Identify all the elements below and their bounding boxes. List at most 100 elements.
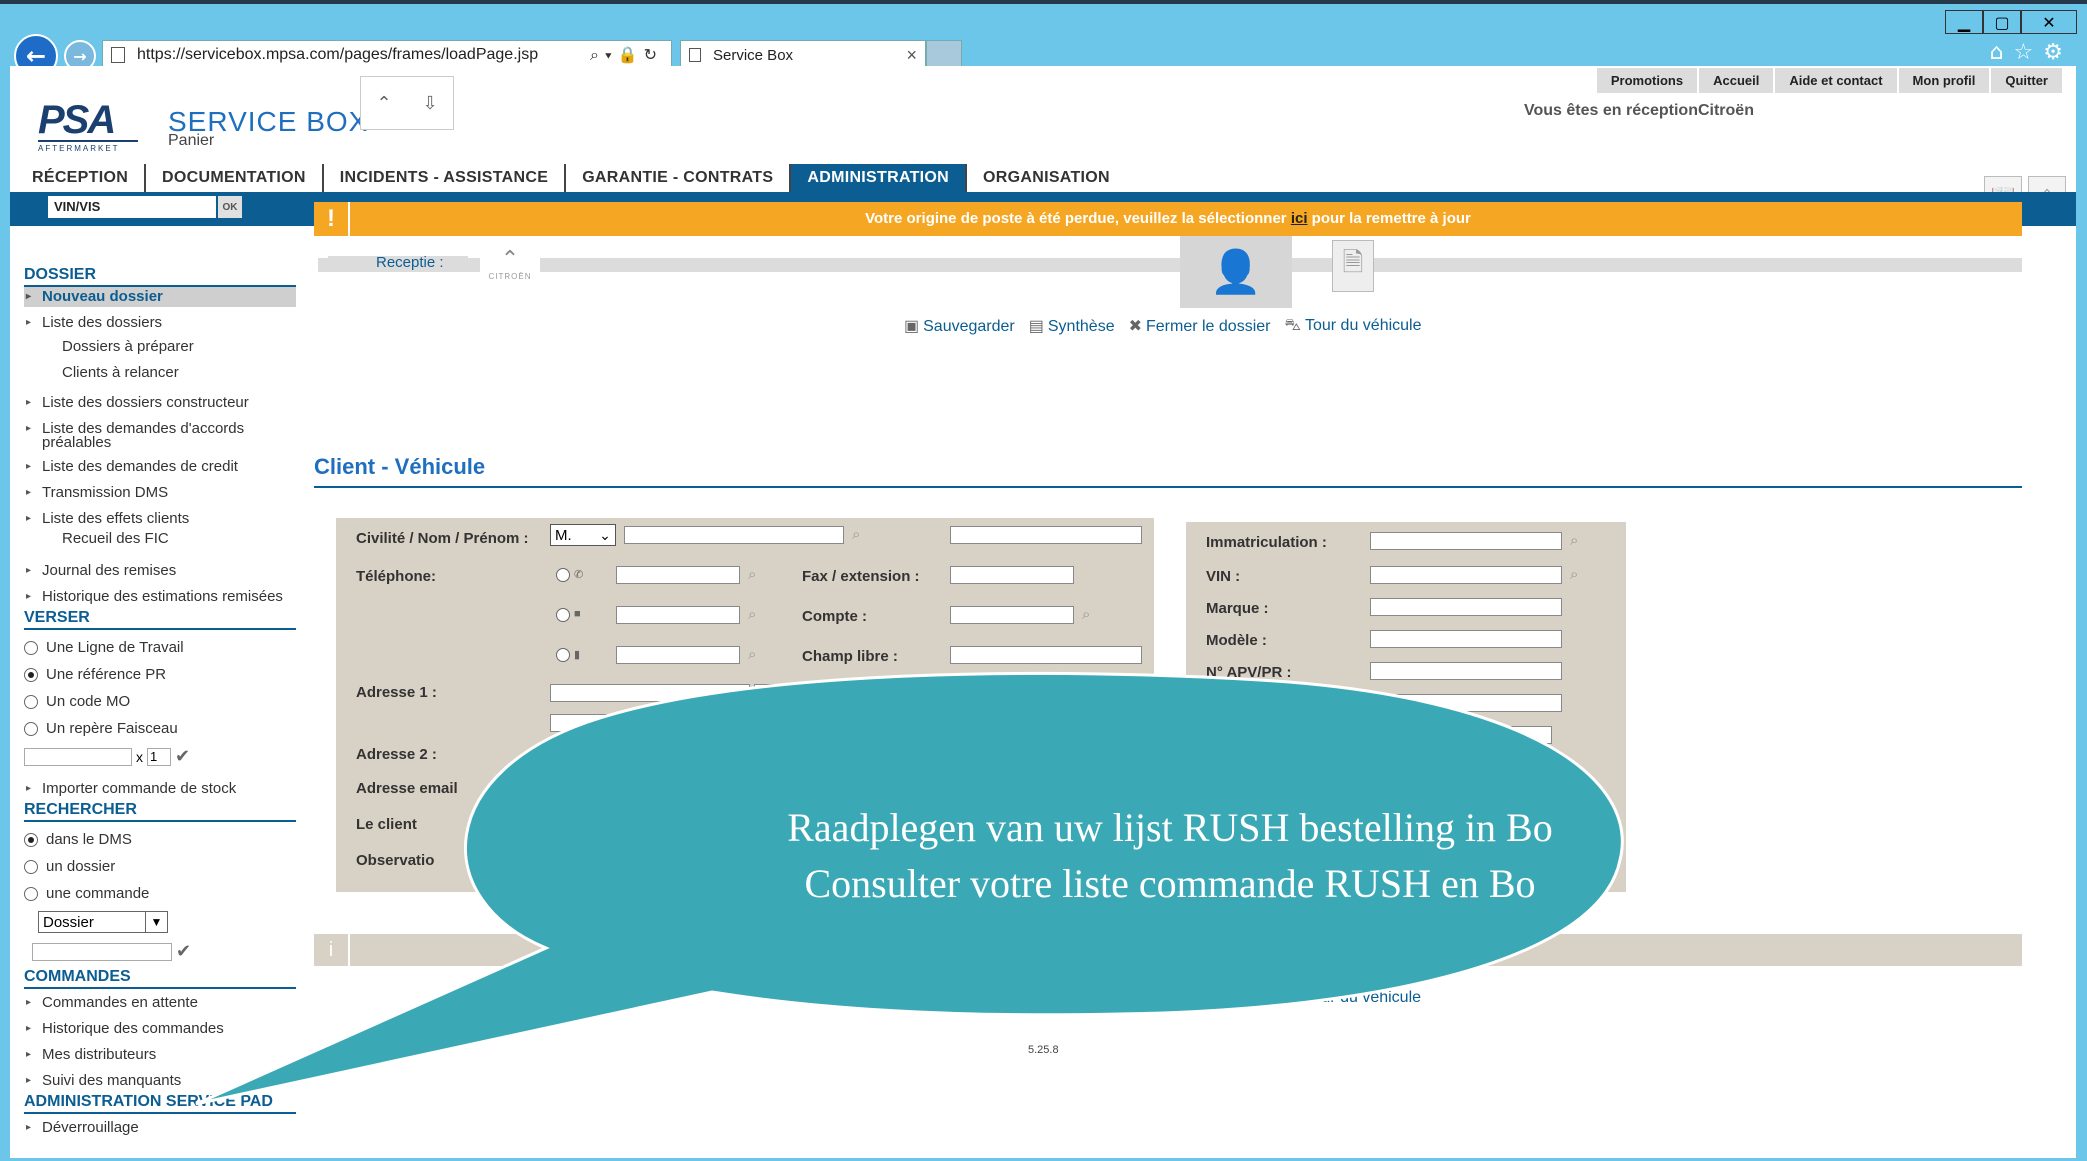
close-dossier-label: Fermer le dossier (1146, 318, 1271, 335)
nom-input[interactable] (624, 526, 844, 544)
sidebar-deverrouillage[interactable]: Déverrouillage (24, 1118, 296, 1138)
verser-code-mo[interactable]: Un code MO (24, 688, 296, 715)
close-tab-icon[interactable]: × (906, 45, 917, 66)
sidebar-clients-relancer[interactable]: Clients à relancer (24, 363, 296, 383)
verser-reference-input[interactable] (24, 747, 132, 766)
rechercher-dms[interactable]: dans le DMS (24, 826, 296, 853)
radio-button[interactable] (24, 694, 38, 709)
top-link-aide[interactable]: Aide et contact (1775, 68, 1897, 93)
address-tools-icon[interactable]: ⌕▾🔒↻ (590, 45, 663, 65)
warning-link[interactable]: ici (1291, 210, 1308, 227)
save-button[interactable]: ▣ Sauvegarder (904, 316, 1015, 336)
phone-radio-mobile[interactable] (556, 568, 570, 582)
verser-repere-faisceau[interactable]: Un repère Faisceau (24, 715, 296, 742)
check-icon[interactable]: ✔ (176, 941, 191, 962)
sidebar-demandes-credit[interactable]: Liste des demandes de credit (24, 457, 296, 477)
top-link-profil[interactable]: Mon profil (1898, 68, 1990, 93)
top-link-quitter[interactable]: Quitter (1991, 68, 2062, 93)
sidebar-recueil-fic[interactable]: Recueil des FIC (24, 529, 296, 549)
date-input[interactable] (1486, 726, 1552, 744)
vin-ok-button[interactable]: OK (218, 196, 242, 218)
marque-input[interactable] (1370, 598, 1562, 616)
sidebar-dossiers-preparer[interactable]: Dossiers à préparer (24, 337, 296, 357)
radio-button[interactable] (24, 859, 38, 874)
tour-vehicule-button-bottom[interactable]: ⛍ Tour du véhicule (1284, 988, 1421, 1008)
civilite-select[interactable]: M. ⌄ (550, 524, 616, 546)
menu-organisation[interactable]: ORGANISATION (967, 164, 1126, 192)
adresse1b-input[interactable] (550, 714, 670, 732)
search-icon[interactable]: ⌕ (1570, 532, 1578, 549)
phone-radio-fixed[interactable] (556, 608, 570, 622)
fax-input[interactable] (950, 566, 1074, 584)
rechercher-dossier[interactable]: un dossier (24, 853, 296, 880)
info-bar: i (314, 934, 2022, 966)
menu-administration[interactable]: ADMINISTRATION (791, 164, 968, 192)
close-dossier-button[interactable]: ✖ Fermer le dossier (1129, 316, 1271, 336)
menu-garantie[interactable]: GARANTIE - CONTRATS (566, 164, 792, 192)
qty-input[interactable]: 1 (147, 747, 171, 766)
telephone-input-1[interactable] (616, 566, 740, 584)
minimize-button[interactable]: ▁ (1945, 10, 1983, 34)
close-window-button[interactable]: ✕ (2021, 10, 2077, 34)
champ-libre-input[interactable] (950, 646, 1142, 664)
search-icon[interactable]: ⌕ (748, 566, 756, 583)
radio-button[interactable] (24, 886, 38, 901)
radio-button-selected[interactable] (24, 667, 38, 682)
top-link-promotions[interactable]: Promotions (1596, 68, 1698, 93)
menu-incidents[interactable]: INCIDENTS - ASSISTANCE (324, 164, 567, 192)
kilometrage-input[interactable]: 0 (1370, 694, 1562, 712)
sidebar-liste-constructeur[interactable]: Liste des dossiers constructeur (24, 393, 296, 413)
brand-selector[interactable]: ⌃ ⇩ (360, 76, 454, 130)
phone-radio-other[interactable] (556, 648, 570, 662)
sidebar-demandes-accords[interactable]: Liste des demandes d'accords préalables (24, 419, 296, 453)
verser-reference-pr[interactable]: Une référence PR (24, 661, 296, 688)
vin-search-input[interactable]: VIN/VIS (48, 196, 216, 218)
vin-input[interactable] (1370, 566, 1562, 584)
adresse1-input[interactable] (550, 684, 750, 702)
prenom-input[interactable] (950, 526, 1142, 544)
telephone-input-3[interactable] (616, 646, 740, 664)
client-vehicle-step[interactable]: 👤 (1180, 236, 1292, 308)
verser-ligne-travail[interactable]: Une Ligne de Travail (24, 634, 296, 661)
check-icon[interactable]: ✔ (175, 746, 190, 767)
modele-input[interactable] (1370, 630, 1562, 648)
synthese-button[interactable]: ▤ Synthèse (1029, 316, 1115, 336)
extra-input[interactable] (1486, 758, 1562, 776)
rechercher-commande[interactable]: une commande (24, 880, 296, 907)
adresse1-number-input[interactable] (754, 684, 814, 702)
maximize-button[interactable]: ▢ (1983, 10, 2021, 34)
synthese-label: Synthèse (1047, 318, 1115, 335)
top-link-accueil[interactable]: Accueil (1699, 68, 1774, 93)
sidebar-importer-commande[interactable]: Importer commande de stock (24, 779, 296, 799)
apv-input[interactable] (1370, 662, 1562, 680)
compte-input[interactable] (950, 606, 1074, 624)
sidebar-historique-commandes[interactable]: Historique des commandes (24, 1019, 296, 1039)
immatriculation-input[interactable] (1370, 532, 1562, 550)
menu-documentation[interactable]: DOCUMENTATION (146, 164, 324, 192)
telephone-input-2[interactable] (616, 606, 740, 624)
sidebar-suivi-manquants[interactable]: Suivi des manquants (24, 1071, 296, 1091)
sidebar-effets-clients[interactable]: Liste des effets clients (24, 509, 296, 529)
document-step-icon[interactable]: 🗎 (1332, 240, 1374, 292)
rechercher-type-select[interactable]: Dossier ▼ (38, 911, 168, 933)
search-icon[interactable]: ⌕ (748, 606, 756, 623)
search-icon[interactable]: ⌕ (748, 646, 756, 663)
search-icon[interactable]: ⌕ (1082, 606, 1090, 623)
sidebar-distributeurs[interactable]: Mes distributeurs (24, 1045, 296, 1065)
cart-link[interactable]: Panier (168, 132, 214, 150)
search-icon[interactable]: ⌕ (1570, 566, 1578, 583)
sidebar-liste-dossiers[interactable]: Liste des dossiers (24, 313, 296, 333)
sidebar-commandes-attente[interactable]: Commandes en attente (24, 993, 296, 1013)
sidebar-journal-remises[interactable]: Journal des remises (24, 561, 296, 581)
sidebar-transmission-dms[interactable]: Transmission DMS (24, 483, 296, 503)
sidebar-nouveau-dossier[interactable]: Nouveau dossier (24, 287, 296, 307)
radio-button[interactable] (24, 721, 38, 736)
search-icon[interactable]: ⌕ (852, 526, 860, 543)
tour-vehicule-button[interactable]: ⛍ Tour du véhicule (1284, 316, 1421, 336)
radio-button-selected[interactable] (24, 832, 38, 847)
radio-button[interactable] (24, 640, 38, 655)
browser-toolbar-icons[interactable]: ⌂☆⚙ (1990, 40, 2073, 65)
rechercher-input[interactable] (32, 942, 172, 961)
menu-reception[interactable]: RÉCEPTION (16, 164, 147, 192)
sidebar-historique-estimations[interactable]: Historique des estimations remisées (24, 587, 296, 607)
